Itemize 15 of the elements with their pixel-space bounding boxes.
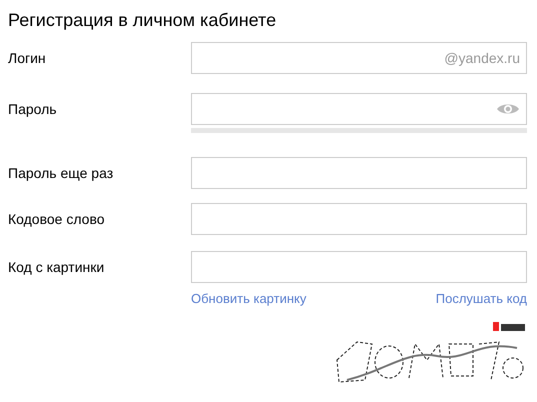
input-field[interactable]	[191, 251, 527, 283]
input-field[interactable]	[191, 203, 527, 235]
field-label: Кодовое слово	[8, 210, 106, 229]
field-label: Код с картинки	[8, 258, 106, 277]
input-field[interactable]: @yandex.ru	[191, 42, 527, 74]
domain-suffix: @yandex.ru	[444, 50, 520, 66]
input-field[interactable]	[191, 157, 527, 189]
eye-icon[interactable]	[496, 102, 520, 116]
field-label: Пароль	[8, 100, 58, 119]
field-label: Пароль еще раз	[8, 164, 114, 183]
field-label: Логин	[8, 49, 47, 68]
refresh-link[interactable]: Обновить картинку	[191, 291, 306, 306]
form-title: Регистрация в личном кабинете	[8, 9, 278, 32]
input-field[interactable]	[191, 93, 527, 125]
listen-link[interactable]: Послушать код	[436, 291, 527, 306]
